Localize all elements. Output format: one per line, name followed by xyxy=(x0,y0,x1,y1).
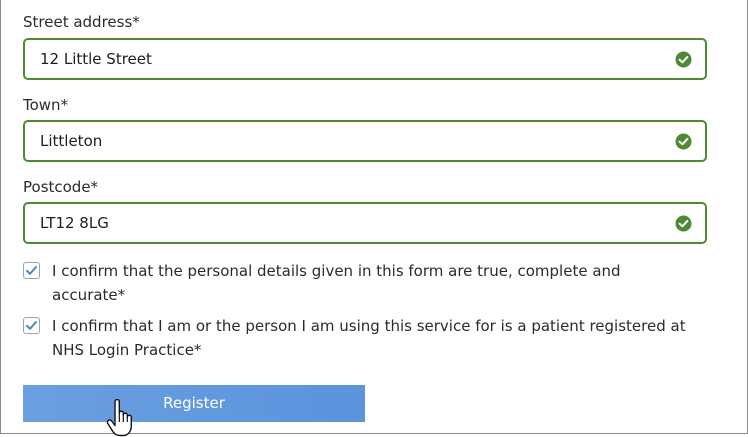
town-value: Littleton xyxy=(40,132,103,150)
register-button[interactable]: Register xyxy=(23,385,365,422)
street-address-value: 12 Little Street xyxy=(40,50,152,68)
postcode-field[interactable]: LT12 8LG xyxy=(23,202,707,244)
street-address-field[interactable]: 12 Little Street xyxy=(23,38,707,80)
confirm-details-line1: I confirm that the personal details give… xyxy=(52,262,621,280)
street-address-label: Street address* xyxy=(23,13,140,31)
town-field[interactable]: Littleton xyxy=(23,120,707,162)
postcode-label: Postcode* xyxy=(23,178,99,196)
confirm-registration-line2: NHS Login Practice* xyxy=(52,341,202,359)
confirm-details-line2: accurate* xyxy=(52,286,126,304)
town-label: Town* xyxy=(23,96,69,114)
confirm-registration-label: I confirm that I am or the person I am u… xyxy=(52,314,712,362)
postcode-value: LT12 8LG xyxy=(40,214,109,232)
confirm-details-checkbox[interactable] xyxy=(23,262,40,279)
check-circle-icon xyxy=(675,133,692,150)
confirm-registration-line1: I confirm that I am or the person I am u… xyxy=(52,317,686,335)
checkmark-icon xyxy=(26,321,37,330)
check-circle-icon xyxy=(675,51,692,68)
checkmark-icon xyxy=(26,266,37,275)
confirm-registration-checkbox[interactable] xyxy=(23,317,40,334)
check-circle-icon xyxy=(675,215,692,232)
hand-pointer-icon xyxy=(106,399,132,437)
confirm-details-label: I confirm that the personal details give… xyxy=(52,259,712,307)
